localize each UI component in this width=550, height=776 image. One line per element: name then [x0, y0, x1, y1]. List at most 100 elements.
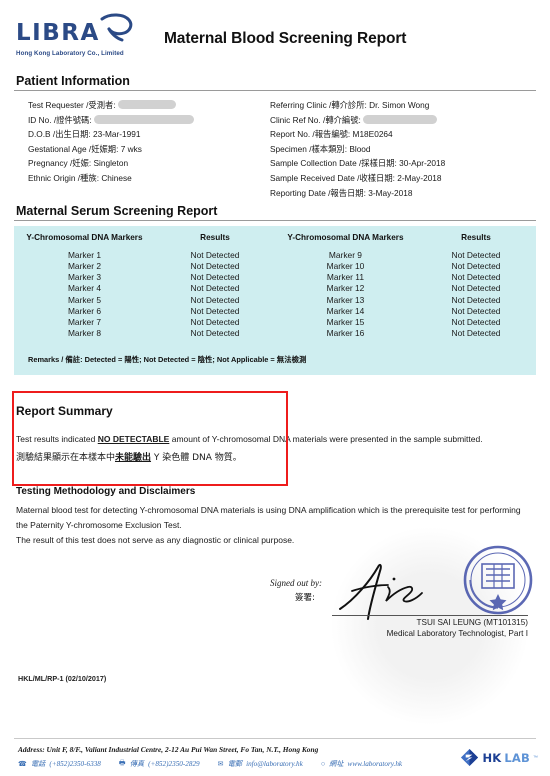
patient-info-row: D.O.B /出生日期: 23-Mar-1991	[28, 127, 262, 142]
markers-table-body: Marker 1 Not Detected Marker 9 Not Detected…	[14, 249, 536, 339]
patient-info-row: Specimen /樣本類別: Blood	[270, 142, 550, 157]
table-header-row: Y-Chromosomal DNA Markers Results Y-Chromo…	[14, 232, 536, 249]
table-row: Marker 4 Not Detected Marker 12 Not Detecte…	[14, 283, 536, 294]
patient-info-right-column: Referring Clinic /轉介診所: Dr. Simon Wong Cl…	[262, 98, 550, 200]
table-cell: Not Detected	[190, 305, 240, 316]
signature-line	[332, 614, 528, 616]
table-cell: Not Detected	[190, 283, 240, 294]
official-company-stamp-icon	[463, 545, 533, 614]
patient-info-label: Sample Collection Date /採樣日期:	[270, 158, 400, 169]
report-summary-section: Report Summary Test results indicated NO…	[0, 390, 550, 486]
logo-wordmark: LIBRA	[16, 20, 100, 46]
footer-contact-list: ☎ 電話 (+852)2350-6338 🖶 傳真 (+852)2350-282…	[18, 757, 454, 770]
table-row: Marker 5 Not Detected Marker 13 Not Detecte…	[14, 294, 536, 305]
patient-info-value: Blood	[349, 143, 371, 154]
patient-info-value: 7 wks	[120, 143, 142, 154]
patient-info-label: Ethnic Origin /種族:	[28, 172, 102, 183]
patient-info-label: Pregnancy /妊娠:	[28, 158, 94, 169]
signed-out-by-label: Signed out by:	[270, 577, 322, 588]
handwritten-signature	[339, 563, 423, 620]
report-summary-heading: Report Summary	[16, 403, 113, 418]
methodology-section: Testing Methodology and Disclaimers Mate…	[0, 470, 550, 548]
redacted-value	[117, 100, 176, 109]
signatory-role: Medical Laboratory Technologist, Part I	[386, 628, 528, 638]
table-cell: Marker 1	[67, 249, 101, 260]
patient-info-left-column: Test Requester /受測者: ID No. /證件號碼: D.O.B…	[0, 98, 262, 200]
redacted-value	[93, 114, 194, 124]
table-cell: Not Detected	[190, 316, 240, 327]
table-cell: Marker 13	[326, 294, 365, 305]
phone-number: (+852)2350-6338	[49, 759, 101, 768]
table-cell: Not Detected	[190, 260, 240, 271]
table-column-header: Y-Chromosomal DNA Markers	[287, 233, 404, 243]
table-cell: Marker 9	[328, 249, 362, 260]
patient-info-row: ID No. /證件號碼:	[28, 113, 262, 128]
table-cell: Marker 6	[67, 305, 101, 316]
patient-info-row: Sample Collection Date /採樣日期: 30-Apr-201…	[270, 156, 550, 171]
patient-info-label: Specimen /樣本類別:	[270, 143, 350, 154]
form-code: HKL/ML/RP-1 (02/10/2017)	[18, 673, 107, 683]
summary-text-chinese: 測驗結果顯示在本樣本中未能驗出 Y 染色體 DNA 物質。	[16, 450, 534, 466]
page-title: Maternal Blood Screening Report	[164, 30, 407, 47]
page-footer: Address: Unit F, 8/F., Valiant Industria…	[0, 738, 550, 770]
hklab-text-lab: LAB	[504, 750, 530, 765]
hklab-logo: HK LAB ™	[460, 748, 538, 767]
phone-icon: ☎	[18, 760, 27, 768]
table-cell: Marker 15	[326, 316, 365, 327]
table-cell: Not Detected	[451, 305, 501, 316]
table-cell: Not Detected	[190, 249, 240, 260]
summary-zh-suffix: Y 染色體 DNA 物質。	[151, 452, 242, 463]
summary-en-prefix: Test results indicated	[16, 433, 98, 444]
email-address[interactable]: info@laboratory.hk	[246, 760, 303, 768]
patient-info-label: Reporting Date /報告日期:	[270, 187, 369, 198]
table-row: Marker 7 Not Detected Marker 15 Not Detecte…	[14, 316, 536, 327]
table-cell: Not Detected	[451, 316, 501, 327]
patient-information-heading: Patient Information	[16, 74, 130, 88]
patient-info-label: Report No. /報告編號:	[270, 129, 353, 140]
table-cell: Marker 8	[67, 328, 101, 339]
methodology-paragraph-2: The result of this test does not serve a…	[16, 534, 295, 545]
summary-en-emphasis: NO DETECTABLE	[97, 433, 170, 444]
table-cell: Marker 12	[326, 283, 365, 294]
report-header: LIBRA Hong Kong Laboratory Co., Limited …	[0, 0, 550, 74]
signature-section: Signed out by: 簽署: TSUI SAI LEUNG (MT101…	[0, 525, 550, 726]
footer-address: Address: Unit F, 8/F., Valiant Industria…	[18, 745, 319, 754]
table-cell: Not Detected	[451, 272, 501, 283]
hklab-text-hk: HK	[482, 750, 502, 765]
libra-swoosh-icon	[100, 13, 133, 42]
table-column-header: Results	[200, 233, 230, 243]
markers-remarks: Remarks / 備註: Detected = 陽性; Not Detecte…	[28, 354, 307, 364]
patient-info-label: D.O.B /出生日期:	[28, 129, 93, 140]
methodology-heading: Testing Methodology and Disclaimers	[16, 485, 196, 497]
website-url[interactable]: www.laboratory.hk	[348, 760, 403, 768]
fax-icon: 🖶	[118, 759, 126, 767]
summary-zh-emphasis: 未能驗出	[115, 452, 152, 463]
patient-info-row: Gestational Age /妊娠期: 7 wks	[28, 142, 262, 157]
patient-info-row: Report No. /報告編號: M18E0264	[270, 127, 550, 142]
patient-info-row: Clinic Ref No. /轉介編號:	[270, 113, 550, 128]
table-row: Marker 2 Not Detected Marker 10 Not Detecte…	[14, 260, 536, 271]
table-cell: Marker 7	[67, 316, 101, 327]
table-cell: Not Detected	[451, 283, 501, 294]
redacted-value	[363, 114, 438, 124]
patient-info-value: Singleton	[93, 158, 129, 169]
patient-info-value: Chinese	[101, 172, 132, 183]
table-cell: Not Detected	[451, 260, 501, 271]
table-cell: Marker 16	[326, 328, 365, 339]
table-row: Marker 6 Not Detected Marker 14 Not Detecte…	[14, 305, 536, 316]
markers-table: Y-Chromosomal DNA Markers Results Y-Chromo…	[14, 232, 536, 339]
table-cell: Marker 10	[326, 260, 365, 271]
table-row: Marker 8 Not Detected Marker 16 Not Detecte…	[14, 327, 536, 338]
serum-report-heading: Maternal Serum Screening Report	[16, 204, 218, 219]
table-column-header: Y-Chromosomal DNA Markers	[26, 233, 143, 243]
hklab-diamond-icon	[461, 748, 479, 767]
phone-label: 電話	[30, 759, 46, 768]
table-column-header: Results	[461, 233, 491, 243]
report-page: LIBRA Hong Kong Laboratory Co., Limited …	[0, 0, 550, 776]
table-cell: Not Detected	[451, 249, 501, 260]
fax-label: 傳真	[129, 759, 145, 768]
patient-info-row: Reporting Date /報告日期: 3-May-2018	[270, 186, 550, 201]
logo-subtitle: Hong Kong Laboratory Co., Limited	[16, 50, 124, 57]
table-cell: Marker 3	[67, 272, 101, 283]
methodology-paragraph-1: Maternal blood test for detecting Y-chro…	[16, 504, 521, 530]
